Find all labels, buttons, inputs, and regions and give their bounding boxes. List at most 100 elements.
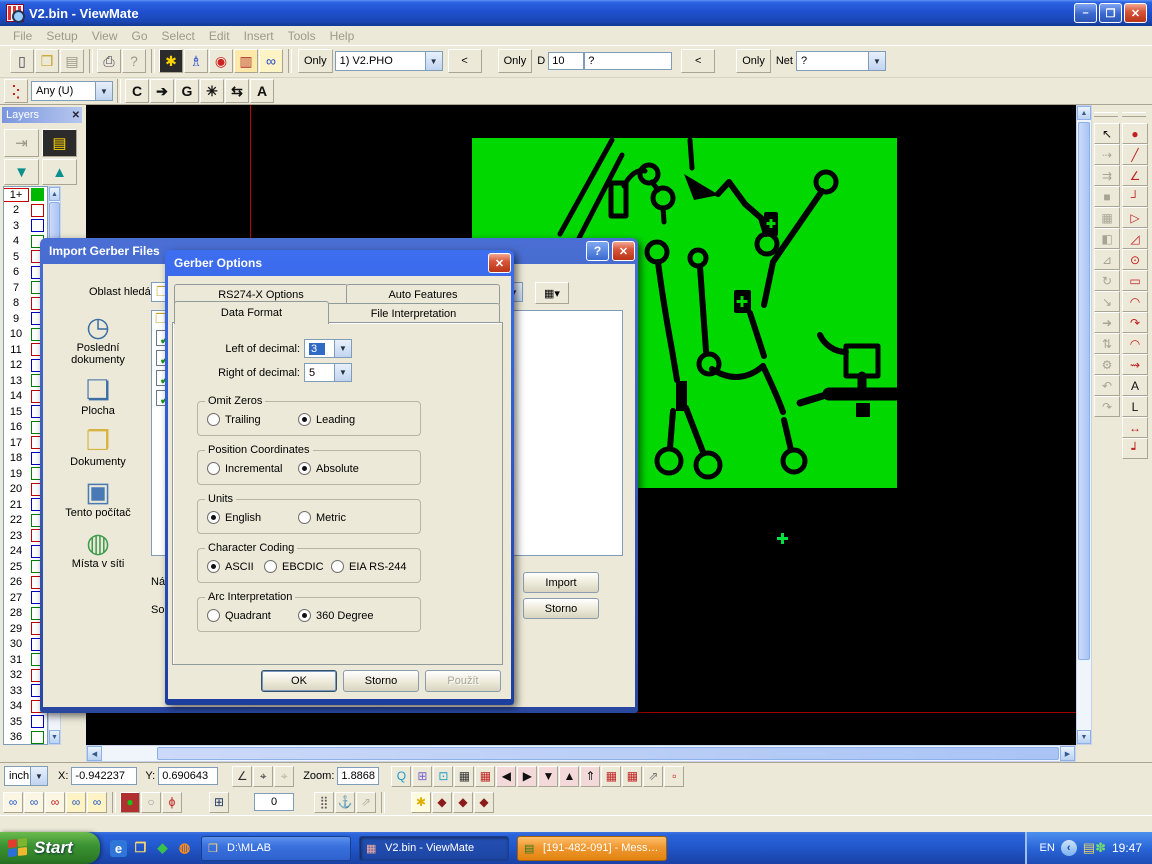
tile-windows-icon[interactable]: ⊞ — [209, 792, 229, 813]
canvas-vertical-scrollbar[interactable]: ▲ ▼ — [1076, 105, 1092, 745]
new-file-icon[interactable]: ▯ — [10, 49, 34, 73]
layer-row-3[interactable]: 3 — [4, 218, 47, 234]
chevron-down-icon[interactable]: ▼ — [30, 767, 47, 785]
menu-view[interactable]: View — [92, 29, 118, 43]
draw-rectangle-icon[interactable]: ▭ — [1122, 270, 1148, 291]
dcode-input[interactable]: 10 — [548, 52, 584, 70]
grid-snap-icon[interactable]: ▦ — [475, 766, 495, 787]
grid-b-icon[interactable]: ▦ — [622, 766, 642, 787]
menu-edit[interactable]: Edit — [209, 29, 230, 43]
close-icon[interactable]: ✕ — [72, 110, 80, 121]
task-viewmate[interactable]: ▦V2.bin - ViewMate — [359, 836, 509, 861]
layer-color-swatch[interactable] — [31, 188, 44, 201]
chevron-down-icon[interactable]: ▼ — [425, 52, 442, 70]
prev-layer-button[interactable]: < — [448, 49, 482, 73]
view-preset-4-icon[interactable]: ∞ — [66, 792, 86, 813]
pan-up-icon[interactable]: ▲ — [559, 766, 579, 787]
draw-arc-icon[interactable]: ◠ — [1122, 291, 1148, 312]
flash-select-icon[interactable]: ✱ — [411, 792, 431, 813]
draw-corner-icon[interactable]: ┘ — [1122, 186, 1148, 207]
scroll-up-icon[interactable]: ▲ — [49, 187, 60, 201]
origin-icon[interactable]: ⌖ — [253, 766, 273, 787]
print-icon[interactable]: ⎙ — [97, 49, 121, 73]
draw-open-poly-icon[interactable]: ▷ — [1122, 207, 1148, 228]
layer-row-35[interactable]: 35 — [4, 714, 47, 730]
rotate-tool-icon[interactable]: ↻ — [1094, 270, 1120, 291]
view-preset-3-icon[interactable]: ∞ — [45, 792, 65, 813]
radio-icon[interactable] — [207, 413, 220, 426]
place-my-computer[interactable]: ▣Tento počítač — [51, 477, 145, 519]
apply-button[interactable]: Použít — [425, 670, 501, 692]
tray-layout-icon[interactable]: ▤ — [1083, 840, 1095, 856]
quicklaunch-firefox-icon[interactable]: ◍ — [176, 840, 193, 857]
minimize-button[interactable]: – — [1074, 3, 1097, 23]
layer-up-button[interactable]: ▲ — [42, 159, 77, 185]
scroll-down-icon[interactable]: ▼ — [1077, 730, 1091, 744]
fill-hatch-tool-icon[interactable]: ▦ — [1094, 207, 1120, 228]
move-to-layer-tool-icon[interactable]: ➜ — [1094, 312, 1120, 333]
tab-data-format[interactable]: Data Format — [174, 301, 329, 324]
dcode-query-input[interactable]: ? — [584, 52, 672, 70]
canvas-horizontal-scrollbar[interactable]: ◀ ▶ — [86, 745, 1076, 762]
only-layer-button[interactable]: Only — [298, 49, 333, 73]
import-button[interactable]: Import — [523, 572, 599, 593]
left-of-decimal-combo[interactable]: 3 ▼ — [304, 339, 352, 358]
grid-step-value[interactable]: 0 — [254, 793, 294, 811]
views-button[interactable]: ▦▾ — [535, 282, 569, 304]
chevron-down-icon[interactable]: ▼ — [334, 340, 351, 357]
scrollbar-thumb[interactable] — [157, 747, 1059, 760]
pan-down-icon[interactable]: ▼ — [538, 766, 558, 787]
quicklaunch-folder-icon[interactable]: ❒ — [132, 840, 149, 857]
layer-color-swatch[interactable] — [31, 715, 44, 728]
grid-a-icon[interactable]: ▦ — [601, 766, 621, 787]
chevron-down-icon[interactable]: ▼ — [334, 364, 351, 381]
mode-flash-icon[interactable]: ✳ — [200, 79, 224, 103]
redo-tool-icon[interactable]: ↷ — [1094, 396, 1120, 417]
chevron-down-icon[interactable]: ▼ — [868, 52, 885, 70]
draw-dimension-icon[interactable]: ↔ — [1122, 417, 1148, 438]
radio-icon[interactable] — [298, 462, 311, 475]
dcode-marks-icon[interactable]: ♗ — [184, 49, 208, 73]
radio-trailing[interactable]: Trailing — [207, 413, 261, 426]
draw-label-icon[interactable]: L — [1122, 396, 1148, 417]
aperture-grid-icon[interactable]: ⢕ — [4, 79, 28, 103]
radio-ebcdic[interactable]: EBCDIC — [264, 560, 324, 573]
place-documents[interactable]: ❒Dokumenty — [51, 426, 145, 468]
fill-solid-tool-icon[interactable]: ■ — [1094, 186, 1120, 207]
start-button[interactable]: Start — [0, 832, 100, 864]
layer-down-button[interactable]: ▼ — [4, 159, 39, 185]
close-button[interactable]: ✕ — [488, 253, 511, 273]
zoom-window-icon[interactable]: ⊡ — [433, 766, 453, 787]
radio-absolute[interactable]: Absolute — [298, 462, 359, 475]
radio-leading[interactable]: Leading — [298, 413, 355, 426]
chevron-down-icon[interactable]: ▼ — [95, 82, 112, 100]
mirror-y-tool-icon[interactable]: ⊿ — [1094, 249, 1120, 270]
radio-ascii[interactable]: ASCII — [207, 560, 254, 573]
close-button[interactable]: ✕ — [612, 241, 635, 261]
stretch-icon[interactable]: ⇗ — [643, 766, 663, 787]
layer-row-2[interactable]: 2 — [4, 203, 47, 219]
menu-setup[interactable]: Setup — [46, 29, 77, 43]
pan-page-up-icon[interactable]: ⇑ — [580, 766, 600, 787]
pan-right-icon[interactable]: ▶ — [517, 766, 537, 787]
net-combo[interactable]: ? ▼ — [796, 51, 886, 71]
ok-button[interactable]: OK — [261, 670, 337, 692]
tray-collapse-icon[interactable]: ‹ — [1061, 840, 1077, 856]
radio-360-degree[interactable]: 360 Degree — [298, 609, 374, 622]
draw-curve-icon[interactable]: ↷ — [1122, 312, 1148, 333]
relative-origin-icon[interactable]: ⌖ — [274, 766, 294, 787]
draw-pad-icon[interactable]: ● — [1122, 123, 1148, 144]
grid-toggle-icon[interactable]: ▦ — [454, 766, 474, 787]
select-tool-icon[interactable]: ↖ — [1094, 123, 1120, 144]
mode-swap-icon[interactable]: ⇆ — [225, 79, 249, 103]
scroll-down-icon[interactable]: ▼ — [49, 730, 60, 744]
mirror-x-tool-icon[interactable]: ◧ — [1094, 228, 1120, 249]
scrollbar-thumb[interactable] — [1078, 122, 1090, 660]
radio-metric[interactable]: Metric — [298, 511, 346, 524]
restore-button[interactable]: ❐ — [1099, 3, 1122, 23]
open-file-icon[interactable]: ❒ — [35, 49, 59, 73]
context-help-icon[interactable]: ? — [122, 49, 146, 73]
help-button[interactable]: ? — [586, 241, 609, 261]
move-ref-icon[interactable]: ⇗ — [356, 792, 376, 813]
pad-view-icon[interactable]: ◉ — [209, 49, 233, 73]
